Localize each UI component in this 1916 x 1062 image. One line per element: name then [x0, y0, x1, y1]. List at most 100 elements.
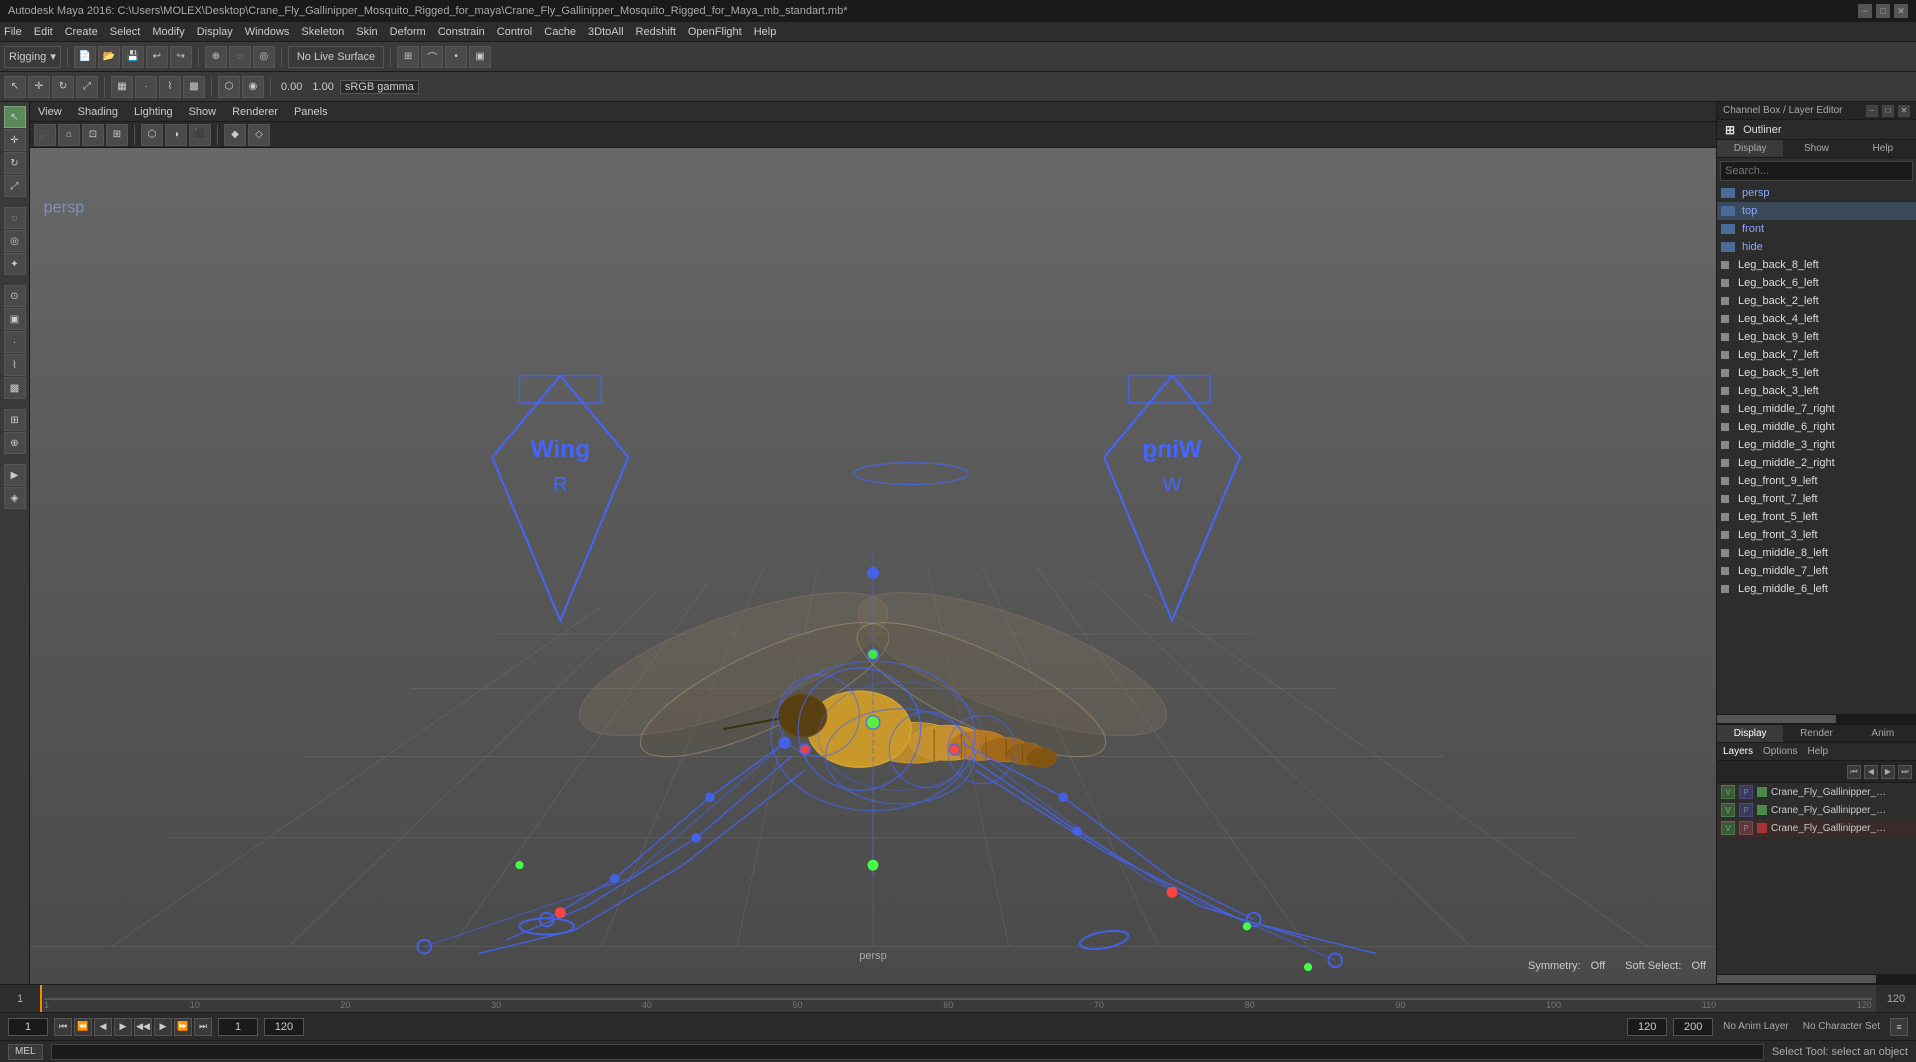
next-frame-btn[interactable]: ▶ — [154, 1018, 172, 1036]
workspace-dropdown[interactable]: Rigging ▾ — [4, 46, 61, 68]
wireframe-vp-btn[interactable]: ⬡ — [141, 124, 163, 146]
go-to-start-btn[interactable]: ⏮ — [54, 1018, 72, 1036]
wireframe-btn[interactable]: ⬡ — [218, 76, 240, 98]
menu-modify[interactable]: Modify — [152, 26, 184, 38]
help-layers-btn[interactable]: Help — [1807, 746, 1828, 757]
outliner-tab-help[interactable]: Help — [1850, 140, 1916, 157]
snap-magnet-btn[interactable]: ⊕ — [4, 432, 26, 454]
move-btn[interactable]: ✛ — [28, 76, 50, 98]
viewport-scene[interactable]: Wing R Wing W — [30, 148, 1716, 984]
gamma-mode-dropdown[interactable]: sRGB gamma — [340, 80, 419, 94]
menu-create[interactable]: Create — [65, 26, 98, 38]
face-mode-btn[interactable]: ▩ — [183, 76, 205, 98]
menu-file[interactable]: File — [4, 26, 22, 38]
outliner-item-1[interactable]: Leg_back_6_left — [1717, 274, 1916, 292]
outliner-item-4[interactable]: Leg_back_9_left — [1717, 328, 1916, 346]
cb-tab-display[interactable]: Display — [1717, 725, 1783, 742]
panel-maximize-btn[interactable]: □ — [1882, 105, 1894, 117]
scale-tool[interactable]: ⤢ — [4, 175, 26, 197]
play-reverse-btn[interactable]: ◀◀ — [134, 1018, 152, 1036]
layer-p-1[interactable]: P — [1739, 803, 1753, 817]
cb-tab-anim[interactable]: Anim — [1850, 725, 1916, 742]
prev-frame-btn[interactable]: ◀ — [94, 1018, 112, 1036]
outliner-item-18[interactable]: Leg_middle_6_left — [1717, 580, 1916, 598]
viewport-menu-panels[interactable]: Panels — [294, 106, 328, 118]
save-file-btn[interactable]: 💾 — [122, 46, 144, 68]
menu-redshift[interactable]: Redshift — [636, 26, 676, 38]
select-tool[interactable]: ↖ — [4, 106, 26, 128]
step-fwd-btn[interactable]: ⏩ — [174, 1018, 192, 1036]
select-tool-btn[interactable]: ⊕ — [205, 46, 227, 68]
layers-h-scrollbar[interactable] — [1717, 974, 1916, 984]
outliner-item-9[interactable]: Leg_middle_6_right — [1717, 418, 1916, 436]
textured-vp-btn[interactable]: ⬛ — [189, 124, 211, 146]
layers-nav-prev[interactable]: ◀ — [1864, 765, 1878, 779]
step-back-btn[interactable]: ⏪ — [74, 1018, 92, 1036]
outliner-item-front[interactable]: front — [1717, 220, 1916, 238]
outliner-item-hide[interactable]: hide — [1717, 238, 1916, 256]
home-btn[interactable]: ⌂ — [58, 124, 80, 146]
layer-p-0[interactable]: P — [1739, 785, 1753, 799]
timeline-ruler[interactable]: 1 10 20 30 40 50 60 70 80 90 100 110 120 — [40, 985, 1876, 1012]
sculpt-tool[interactable]: ✦ — [4, 253, 26, 275]
play-btn[interactable]: ▶ — [114, 1018, 132, 1036]
snap-surface-btn[interactable]: ▣ — [469, 46, 491, 68]
range-end-input[interactable] — [264, 1018, 304, 1036]
viewport-menu-shading[interactable]: Shading — [78, 106, 118, 118]
face-mode-btn2[interactable]: ▩ — [4, 377, 26, 399]
vert-mode-btn[interactable]: · — [4, 331, 26, 353]
outliner-item-6[interactable]: Leg_back_5_left — [1717, 364, 1916, 382]
outliner-h-thumb[interactable] — [1717, 715, 1836, 723]
outliner-item-5[interactable]: Leg_back_7_left — [1717, 346, 1916, 364]
go-to-end-btn[interactable]: ⏭ — [194, 1018, 212, 1036]
menu-skeleton[interactable]: Skeleton — [301, 26, 344, 38]
rotate-btn[interactable]: ↻ — [52, 76, 74, 98]
outliner-item-top[interactable]: top — [1717, 202, 1916, 220]
mel-python-toggle[interactable]: MEL — [8, 1044, 43, 1060]
menu-edit[interactable]: Edit — [34, 26, 53, 38]
outliner-item-12[interactable]: Leg_front_9_left — [1717, 472, 1916, 490]
outliner-item-11[interactable]: Leg_middle_2_right — [1717, 454, 1916, 472]
render-preview-btn[interactable]: ▶ — [4, 464, 26, 486]
layers-tab-btn[interactable]: Layers — [1723, 746, 1753, 757]
menu-deform[interactable]: Deform — [390, 26, 426, 38]
outliner-item-10[interactable]: Leg_middle_3_right — [1717, 436, 1916, 454]
redo-btn[interactable]: ↪ — [170, 46, 192, 68]
cam-select-btn[interactable]: 🎥 — [34, 124, 56, 146]
new-file-btn[interactable]: 📄 — [74, 46, 96, 68]
frame-sel-btn[interactable]: ⊞ — [106, 124, 128, 146]
layer-row-0[interactable]: V P Crane_Fly_Gallinipper_Mosquito — [1717, 783, 1916, 801]
layer-p-2[interactable]: P — [1739, 821, 1753, 835]
layer-v-0[interactable]: V — [1721, 785, 1735, 799]
close-button[interactable]: ✕ — [1894, 4, 1908, 18]
outliner-item-2[interactable]: Leg_back_2_left — [1717, 292, 1916, 310]
viewport-menu-show[interactable]: Show — [189, 106, 217, 118]
select-btn[interactable]: ↖ — [4, 76, 26, 98]
edge-mode-btn2[interactable]: ⌇ — [4, 354, 26, 376]
lasso-btn[interactable]: ◌ — [229, 46, 251, 68]
outliner-item-14[interactable]: Leg_front_5_left — [1717, 508, 1916, 526]
outliner-item-3[interactable]: Leg_back_4_left — [1717, 310, 1916, 328]
layer-v-1[interactable]: V — [1721, 803, 1735, 817]
outliner-item-8[interactable]: Leg_middle_7_right — [1717, 400, 1916, 418]
menu-help[interactable]: Help — [754, 26, 777, 38]
layers-nav-last[interactable]: ⏭ — [1898, 765, 1912, 779]
snap-point-btn[interactable]: • — [445, 46, 467, 68]
paint-tool[interactable]: ◎ — [4, 230, 26, 252]
current-frame-input[interactable] — [8, 1018, 48, 1036]
panel-close-btn[interactable]: ✕ — [1898, 105, 1910, 117]
outliner-item-15[interactable]: Leg_front_3_left — [1717, 526, 1916, 544]
move-tool[interactable]: ✛ — [4, 129, 26, 151]
scale-btn[interactable]: ⤢ — [76, 76, 98, 98]
paint-btn[interactable]: ◎ — [253, 46, 275, 68]
ipr-btn[interactable]: ◈ — [4, 487, 26, 509]
command-line-input[interactable] — [51, 1044, 1764, 1060]
menu-skin[interactable]: Skin — [356, 26, 377, 38]
undo-btn[interactable]: ↩ — [146, 46, 168, 68]
outliner-search-input[interactable] — [1720, 161, 1913, 181]
minimize-button[interactable]: − — [1858, 4, 1872, 18]
layers-nav-first[interactable]: ⏮ — [1847, 765, 1861, 779]
outliner-h-scrollbar[interactable] — [1717, 714, 1916, 724]
menu-control[interactable]: Control — [497, 26, 532, 38]
outliner-item-persp[interactable]: persp — [1717, 184, 1916, 202]
